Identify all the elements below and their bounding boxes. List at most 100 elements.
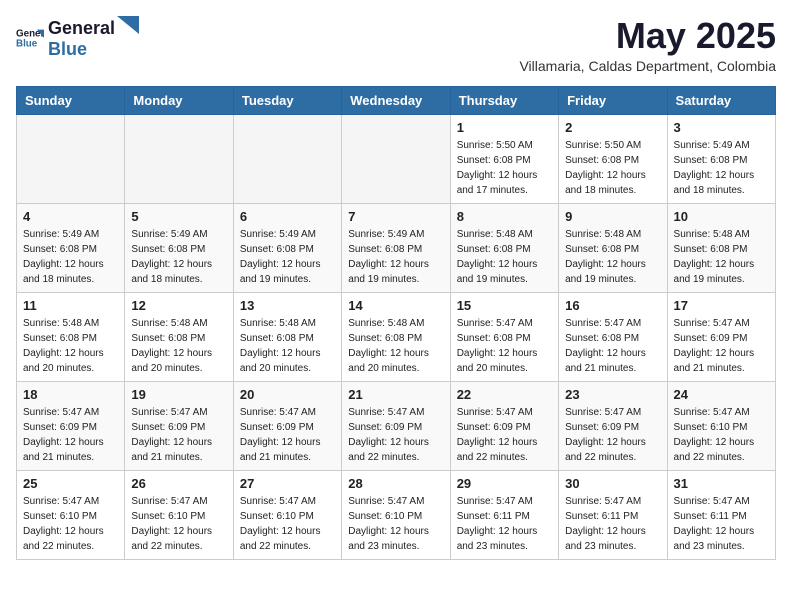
day-number: 23 xyxy=(565,387,660,402)
day-info: Sunrise: 5:47 AM Sunset: 6:10 PM Dayligh… xyxy=(348,494,443,554)
calendar-cell: 18 Sunrise: 5:47 AM Sunset: 6:09 PM Dayli… xyxy=(17,381,125,470)
day-number: 27 xyxy=(240,476,335,491)
calendar-cell: 29Sunrise: 5:47 AM Sunset: 6:11 PM Dayli… xyxy=(450,470,558,559)
day-info: Sunrise: 5:49 AM Sunset: 6:08 PM Dayligh… xyxy=(348,227,443,287)
day-info: Sunrise: 5:49 AM Sunset: 6:08 PM Dayligh… xyxy=(240,227,335,287)
day-info: Sunrise: 5:48 AM Sunset: 6:08 PM Dayligh… xyxy=(348,316,443,376)
calendar-cell: 20 Sunrise: 5:47 AM Sunset: 6:09 PM Dayli… xyxy=(233,381,341,470)
subtitle: Villamaria, Caldas Department, Colombia xyxy=(519,58,776,74)
calendar-cell: 13Sunrise: 5:48 AM Sunset: 6:08 PM Dayli… xyxy=(233,292,341,381)
day-info: Sunrise: 5:47 AM Sunset: 6:09 PM Dayligh… xyxy=(23,405,118,465)
day-number: 18 xyxy=(23,387,118,402)
calendar-cell: 16Sunrise: 5:47 AM Sunset: 6:08 PM Dayli… xyxy=(559,292,667,381)
calendar-cell: 30 Sunrise: 5:47 AM Sunset: 6:11 PM Dayli… xyxy=(559,470,667,559)
day-info: Sunrise: 5:47 AM Sunset: 6:11 PM Dayligh… xyxy=(674,494,769,554)
day-number: 9 xyxy=(565,209,660,224)
calendar-cell: 12Sunrise: 5:48 AM Sunset: 6:08 PM Dayli… xyxy=(125,292,233,381)
logo-blue: Blue xyxy=(48,39,87,59)
day-number: 19 xyxy=(131,387,226,402)
calendar-cell xyxy=(233,114,341,203)
calendar-cell xyxy=(342,114,450,203)
day-info: Sunrise: 5:50 AM Sunset: 6:08 PM Dayligh… xyxy=(565,138,660,198)
calendar-cell: 6 Sunrise: 5:49 AM Sunset: 6:08 PM Daylig… xyxy=(233,203,341,292)
day-number: 12 xyxy=(131,298,226,313)
day-number: 21 xyxy=(348,387,443,402)
day-number: 14 xyxy=(348,298,443,313)
logo-icon: General Blue xyxy=(16,24,44,52)
day-number: 31 xyxy=(674,476,769,491)
day-info: Sunrise: 5:48 AM Sunset: 6:08 PM Dayligh… xyxy=(457,227,552,287)
day-number: 30 xyxy=(565,476,660,491)
calendar-cell: 27 Sunrise: 5:47 AM Sunset: 6:10 PM Dayli… xyxy=(233,470,341,559)
day-number: 17 xyxy=(674,298,769,313)
calendar-week-2: 4 Sunrise: 5:49 AM Sunset: 6:08 PM Daylig… xyxy=(17,203,776,292)
day-number: 1 xyxy=(457,120,552,135)
day-number: 4 xyxy=(23,209,118,224)
calendar-cell: 21Sunrise: 5:47 AM Sunset: 6:09 PM Dayli… xyxy=(342,381,450,470)
day-number: 20 xyxy=(240,387,335,402)
logo: General Blue General Blue xyxy=(16,16,141,60)
day-header-saturday: Saturday xyxy=(667,86,775,114)
day-info: Sunrise: 5:47 AM Sunset: 6:09 PM Dayligh… xyxy=(565,405,660,465)
day-number: 8 xyxy=(457,209,552,224)
day-info: Sunrise: 5:47 AM Sunset: 6:10 PM Dayligh… xyxy=(131,494,226,554)
calendar-cell xyxy=(17,114,125,203)
day-number: 6 xyxy=(240,209,335,224)
day-header-friday: Friday xyxy=(559,86,667,114)
day-info: Sunrise: 5:48 AM Sunset: 6:08 PM Dayligh… xyxy=(674,227,769,287)
calendar-cell: 4 Sunrise: 5:49 AM Sunset: 6:08 PM Daylig… xyxy=(17,203,125,292)
day-info: Sunrise: 5:48 AM Sunset: 6:08 PM Dayligh… xyxy=(240,316,335,376)
day-info: Sunrise: 5:47 AM Sunset: 6:10 PM Dayligh… xyxy=(240,494,335,554)
title-area: May 2025 Villamaria, Caldas Department, … xyxy=(519,16,776,74)
calendar-cell: 24Sunrise: 5:47 AM Sunset: 6:10 PM Dayli… xyxy=(667,381,775,470)
day-info: Sunrise: 5:47 AM Sunset: 6:11 PM Dayligh… xyxy=(457,494,552,554)
calendar-cell: 5Sunrise: 5:49 AM Sunset: 6:08 PM Daylig… xyxy=(125,203,233,292)
calendar-cell: 3 Sunrise: 5:49 AM Sunset: 6:08 PM Daylig… xyxy=(667,114,775,203)
day-info: Sunrise: 5:49 AM Sunset: 6:08 PM Dayligh… xyxy=(131,227,226,287)
day-info: Sunrise: 5:47 AM Sunset: 6:09 PM Dayligh… xyxy=(457,405,552,465)
day-header-thursday: Thursday xyxy=(450,86,558,114)
day-info: Sunrise: 5:47 AM Sunset: 6:11 PM Dayligh… xyxy=(565,494,660,554)
day-info: Sunrise: 5:47 AM Sunset: 6:09 PM Dayligh… xyxy=(240,405,335,465)
day-number: 28 xyxy=(348,476,443,491)
day-info: Sunrise: 5:47 AM Sunset: 6:10 PM Dayligh… xyxy=(23,494,118,554)
day-number: 11 xyxy=(23,298,118,313)
calendar-cell: 8 Sunrise: 5:48 AM Sunset: 6:08 PM Daylig… xyxy=(450,203,558,292)
day-info: Sunrise: 5:47 AM Sunset: 6:10 PM Dayligh… xyxy=(674,405,769,465)
calendar-header-row: SundayMondayTuesdayWednesdayThursdayFrid… xyxy=(17,86,776,114)
calendar-week-1: 1 Sunrise: 5:50 AM Sunset: 6:08 PM Daylig… xyxy=(17,114,776,203)
day-header-monday: Monday xyxy=(125,86,233,114)
day-header-wednesday: Wednesday xyxy=(342,86,450,114)
header: General Blue General Blue May 2025 Villa… xyxy=(16,16,776,74)
day-number: 10 xyxy=(674,209,769,224)
logo-text-block: General Blue xyxy=(48,16,141,60)
calendar-cell: 23 Sunrise: 5:47 AM Sunset: 6:09 PM Dayli… xyxy=(559,381,667,470)
day-number: 16 xyxy=(565,298,660,313)
day-info: Sunrise: 5:47 AM Sunset: 6:09 PM Dayligh… xyxy=(674,316,769,376)
calendar-cell: 17 Sunrise: 5:47 AM Sunset: 6:09 PM Dayli… xyxy=(667,292,775,381)
calendar-cell: 28 Sunrise: 5:47 AM Sunset: 6:10 PM Dayli… xyxy=(342,470,450,559)
calendar-cell: 19 Sunrise: 5:47 AM Sunset: 6:09 PM Dayli… xyxy=(125,381,233,470)
day-info: Sunrise: 5:50 AM Sunset: 6:08 PM Dayligh… xyxy=(457,138,552,198)
day-number: 2 xyxy=(565,120,660,135)
logo-general: General xyxy=(48,18,115,39)
calendar-cell: 15 Sunrise: 5:47 AM Sunset: 6:08 PM Dayli… xyxy=(450,292,558,381)
day-info: Sunrise: 5:47 AM Sunset: 6:09 PM Dayligh… xyxy=(131,405,226,465)
calendar-cell: 26Sunrise: 5:47 AM Sunset: 6:10 PM Dayli… xyxy=(125,470,233,559)
calendar-cell: 9Sunrise: 5:48 AM Sunset: 6:08 PM Daylig… xyxy=(559,203,667,292)
calendar-cell: 14 Sunrise: 5:48 AM Sunset: 6:08 PM Dayli… xyxy=(342,292,450,381)
day-header-tuesday: Tuesday xyxy=(233,86,341,114)
day-number: 3 xyxy=(674,120,769,135)
day-info: Sunrise: 5:49 AM Sunset: 6:08 PM Dayligh… xyxy=(674,138,769,198)
calendar-cell: 11 Sunrise: 5:48 AM Sunset: 6:08 PM Dayli… xyxy=(17,292,125,381)
day-info: Sunrise: 5:49 AM Sunset: 6:08 PM Dayligh… xyxy=(23,227,118,287)
day-info: Sunrise: 5:47 AM Sunset: 6:08 PM Dayligh… xyxy=(457,316,552,376)
day-number: 15 xyxy=(457,298,552,313)
calendar-cell: 7Sunrise: 5:49 AM Sunset: 6:08 PM Daylig… xyxy=(342,203,450,292)
calendar-cell: 31 Sunrise: 5:47 AM Sunset: 6:11 PM Dayli… xyxy=(667,470,775,559)
day-info: Sunrise: 5:48 AM Sunset: 6:08 PM Dayligh… xyxy=(23,316,118,376)
main-title: May 2025 xyxy=(519,16,776,56)
calendar-cell: 10 Sunrise: 5:48 AM Sunset: 6:08 PM Dayli… xyxy=(667,203,775,292)
day-header-sunday: Sunday xyxy=(17,86,125,114)
calendar-cell: 22Sunrise: 5:47 AM Sunset: 6:09 PM Dayli… xyxy=(450,381,558,470)
